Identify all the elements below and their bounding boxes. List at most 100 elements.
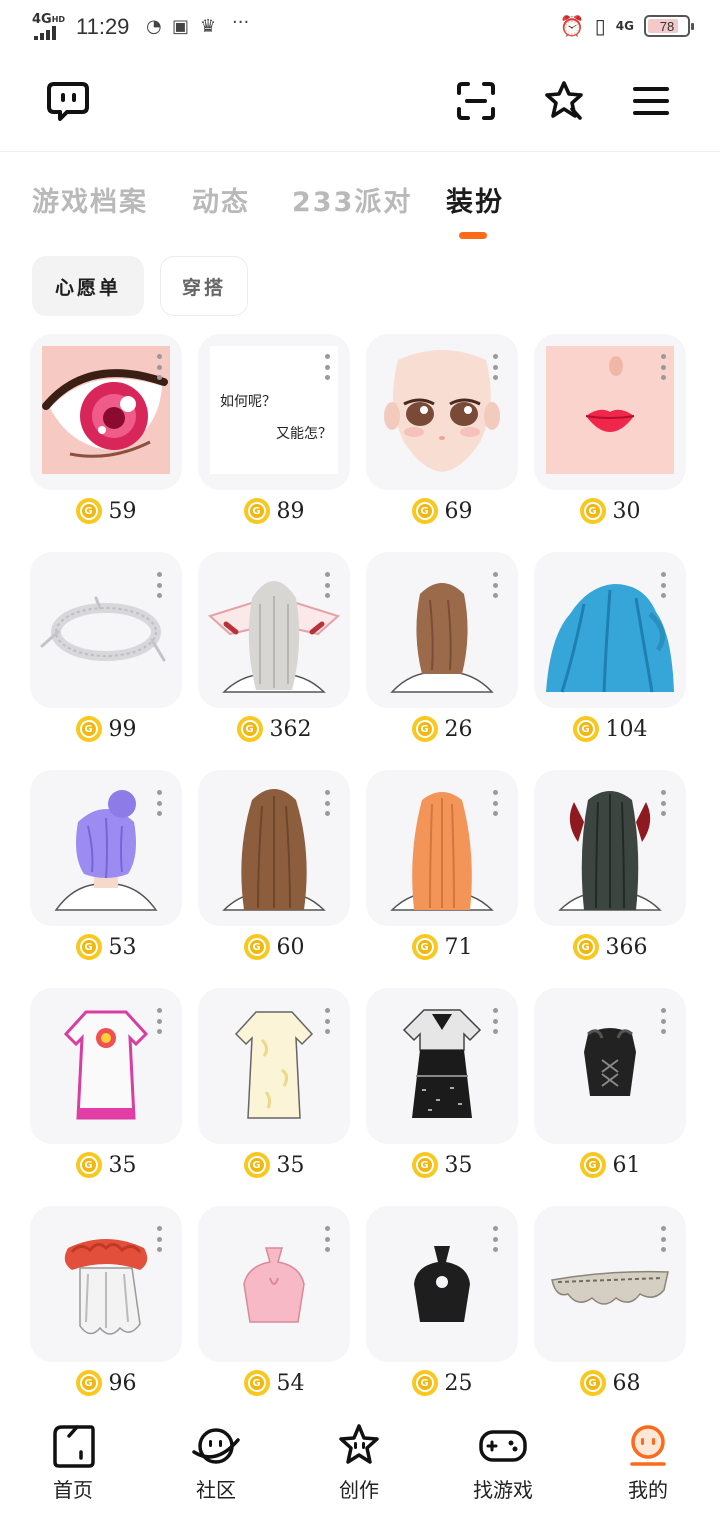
item-price: G 104 [534, 716, 686, 742]
more-options-icon[interactable] [324, 572, 330, 598]
coin-icon: G [572, 716, 599, 742]
nav-label: 社区 [196, 1478, 236, 1502]
item-price: G 30 [534, 498, 686, 524]
wishlist-chip[interactable]: 心愿单 [32, 256, 144, 316]
price-value: 26 [444, 716, 473, 742]
nav-profile[interactable]: 我的 [593, 1422, 703, 1512]
nav-community[interactable]: 社区 [161, 1422, 271, 1512]
item-card[interactable]: G 35 [30, 988, 182, 1178]
item-price: G 26 [366, 716, 518, 742]
item-price: G 362 [198, 716, 350, 742]
face-icon [384, 350, 500, 472]
item-card[interactable]: G 99 [30, 552, 182, 742]
vibrate-icon: ▯ [594, 14, 606, 38]
battery-icon: 78 [644, 15, 694, 37]
more-options-icon[interactable] [492, 354, 498, 380]
item-card[interactable]: G 59 [30, 334, 182, 524]
item-card[interactable]: 如何呢？ 又能怎？ G 89 [198, 334, 350, 524]
more-options-icon[interactable] [660, 1226, 666, 1252]
nav-label: 首页 [53, 1478, 93, 1502]
outfit-chip[interactable]: 穿搭 [160, 256, 248, 316]
text-card-icon: 如何呢？ 又能怎？ [210, 346, 338, 474]
star-icon [545, 81, 583, 120]
item-card[interactable]: G 68 [534, 1206, 686, 1396]
item-price: G 71 [366, 934, 518, 960]
item-card[interactable]: G 35 [366, 988, 518, 1178]
item-card[interactable]: G 362 [198, 552, 350, 742]
more-options-icon[interactable] [156, 354, 162, 380]
item-card[interactable]: G 96 [30, 1206, 182, 1396]
item-card[interactable]: G 25 [366, 1206, 518, 1396]
more-options-icon[interactable] [156, 1008, 162, 1034]
item-card[interactable]: G 35 [198, 988, 350, 1178]
item-price: G 366 [534, 934, 686, 960]
coin-icon: G [411, 934, 438, 960]
price-value: 60 [276, 934, 305, 960]
item-card[interactable]: G 61 [534, 988, 686, 1178]
price-value: 30 [612, 498, 641, 524]
more-options-icon[interactable] [324, 1008, 330, 1034]
home-icon [53, 1425, 95, 1468]
item-card[interactable]: G 30 [534, 334, 686, 524]
dress-white-pink-icon [63, 1010, 149, 1120]
necklace-icon [40, 596, 166, 662]
item-price: G 53 [30, 934, 182, 960]
scan-icon [457, 82, 495, 120]
item-card[interactable]: G 54 [198, 1206, 350, 1396]
more-options-icon[interactable] [492, 790, 498, 816]
chat-bubble-icon [47, 82, 89, 121]
coin-icon: G [236, 716, 263, 742]
item-card[interactable]: G 104 [534, 552, 686, 742]
more-options-icon[interactable] [660, 1008, 666, 1034]
tab-moments[interactable]: 动态 [192, 180, 250, 219]
nav-find-games[interactable]: 找游戏 [448, 1422, 558, 1512]
scan-button[interactable] [453, 78, 499, 124]
card-text-line1: 如何呢？ [220, 394, 276, 410]
item-card[interactable]: G 53 [30, 770, 182, 960]
chat-button[interactable] [45, 78, 91, 124]
item-card[interactable]: G 69 [366, 334, 518, 524]
price-value: 25 [444, 1370, 473, 1396]
more-options-icon[interactable] [324, 354, 330, 380]
price-value: 362 [269, 716, 312, 742]
nav-label: 创作 [339, 1478, 379, 1502]
price-value: 35 [108, 1152, 137, 1178]
coin-icon: G [411, 716, 438, 742]
more-options-icon[interactable] [660, 354, 666, 380]
item-price: G 35 [366, 1152, 518, 1178]
item-price: G 68 [534, 1370, 686, 1396]
price-value: 104 [605, 716, 648, 742]
item-card[interactable]: G 366 [534, 770, 686, 960]
coin-icon: G [411, 498, 438, 524]
item-price: G 25 [366, 1370, 518, 1396]
item-card[interactable]: G 26 [366, 552, 518, 742]
more-options-icon[interactable] [660, 790, 666, 816]
item-card[interactable]: G 60 [198, 770, 350, 960]
more-options-icon[interactable] [156, 572, 162, 598]
price-value: 99 [108, 716, 137, 742]
tab-party[interactable]: 233派对 [292, 180, 412, 219]
more-options-icon[interactable] [492, 1226, 498, 1252]
tab-game-archive[interactable]: 游戏档案 [32, 180, 148, 219]
favorite-button[interactable] [541, 78, 587, 124]
more-options-icon[interactable] [156, 790, 162, 816]
status-time: 11:29 [76, 14, 130, 39]
more-options-icon[interactable] [660, 572, 666, 598]
item-price: G 96 [30, 1370, 182, 1396]
hair-blue-icon [546, 584, 674, 693]
more-options-icon[interactable] [492, 572, 498, 598]
more-options-icon[interactable] [324, 1226, 330, 1252]
menu-button[interactable] [628, 78, 674, 124]
nav-home[interactable]: 首页 [18, 1422, 128, 1512]
more-options-icon[interactable] [492, 1008, 498, 1034]
hair-orange-long-icon [390, 792, 494, 911]
gamepad-icon [479, 1430, 527, 1462]
more-options-icon[interactable] [324, 790, 330, 816]
tab-dress-up[interactable]: 装扮 [446, 180, 504, 219]
item-card[interactable]: G 71 [366, 770, 518, 960]
nav-create[interactable]: 创作 [304, 1422, 414, 1512]
item-price: G 54 [198, 1370, 350, 1396]
more-options-icon[interactable] [156, 1226, 162, 1252]
price-value: 35 [444, 1152, 473, 1178]
card-text-line2: 又能怎？ [276, 426, 332, 442]
